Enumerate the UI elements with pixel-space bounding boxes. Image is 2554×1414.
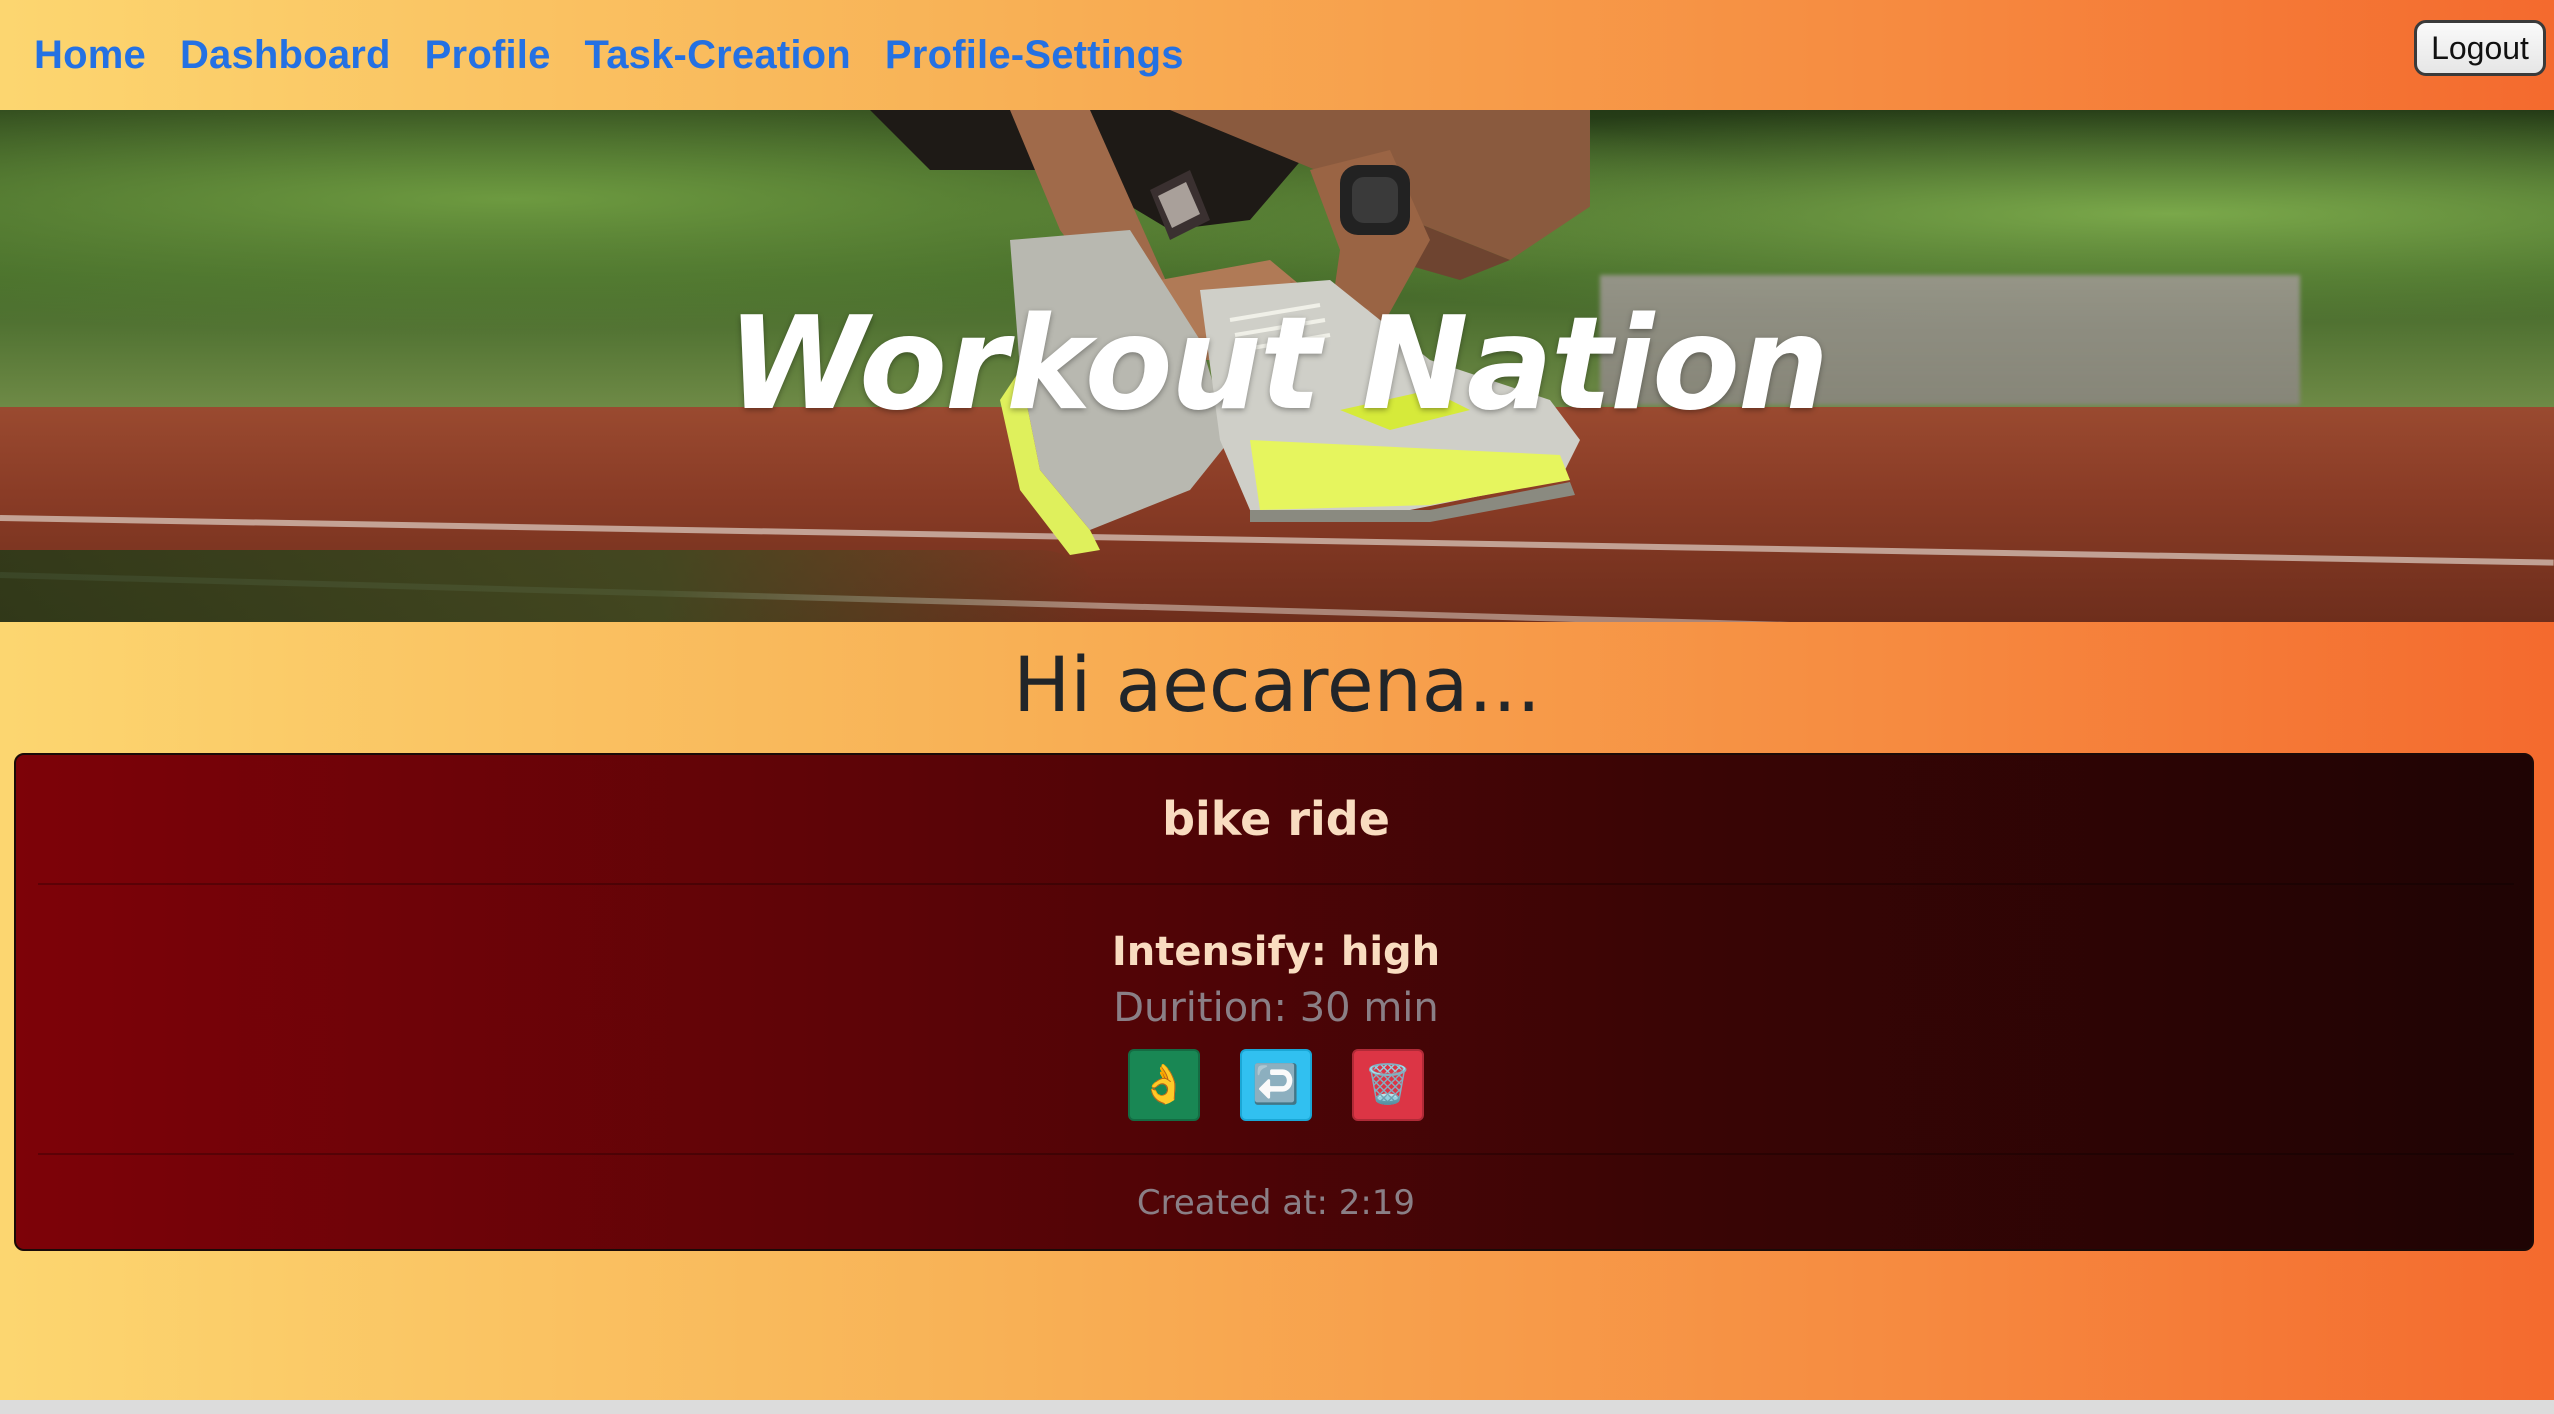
- greeting-heading: Hi aecarena...: [1013, 640, 1541, 729]
- ok-hand-icon: 👌: [1140, 1064, 1188, 1106]
- task-card-body: Intensify: high Durition: 30 min 👌 ↩️ 🗑️: [38, 885, 2514, 1155]
- complete-task-button[interactable]: 👌: [1128, 1049, 1200, 1121]
- nav-link-profile-settings[interactable]: Profile-Settings: [885, 33, 1184, 78]
- task-duration: Durition: 30 min: [1113, 985, 1439, 1031]
- wastebasket-icon: 🗑️: [1364, 1064, 1412, 1106]
- nav-link-task-creation[interactable]: Task-Creation: [585, 33, 851, 78]
- delete-task-button[interactable]: 🗑️: [1352, 1049, 1424, 1121]
- nav-link-profile[interactable]: Profile: [425, 33, 551, 78]
- return-arrow-icon: ↩️: [1252, 1064, 1300, 1106]
- redo-task-button[interactable]: ↩️: [1240, 1049, 1312, 1121]
- nav-link-home[interactable]: Home: [34, 33, 146, 78]
- nav-links: Home Dashboard Profile Task-Creation Pro…: [34, 33, 1184, 78]
- nav-link-dashboard[interactable]: Dashboard: [180, 33, 391, 78]
- hero-title: Workout Nation: [726, 290, 1829, 439]
- task-created-at: Created at: 2:19: [1136, 1183, 1416, 1223]
- task-intensity: Intensify: high: [1111, 929, 1441, 975]
- task-title: bike ride: [38, 755, 2514, 885]
- task-card: bike ride Intensify: high Durition: 30 m…: [14, 753, 2534, 1251]
- navbar: Home Dashboard Profile Task-Creation Pro…: [0, 0, 2554, 110]
- horizontal-scrollbar[interactable]: [0, 1400, 2554, 1414]
- task-actions: 👌 ↩️ 🗑️: [38, 1049, 2514, 1121]
- hero-banner: Workout Nation: [0, 110, 2554, 622]
- logout-button[interactable]: Logout: [2414, 20, 2546, 76]
